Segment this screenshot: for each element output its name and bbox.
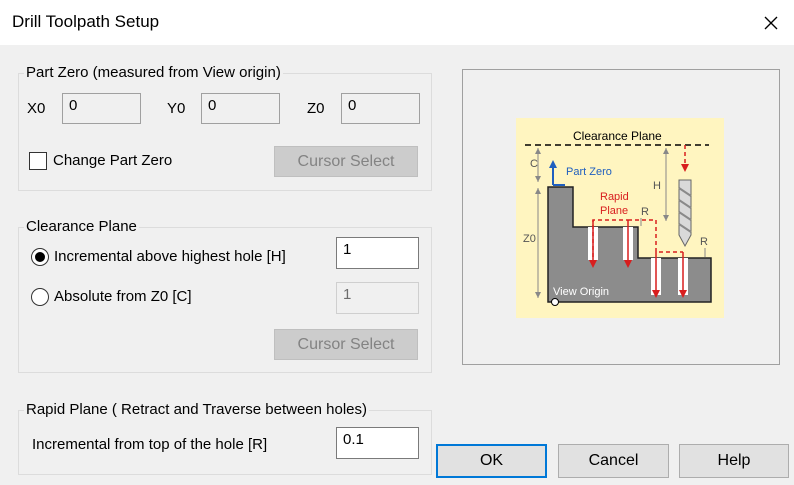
diagram-c-label: C bbox=[530, 158, 538, 170]
diagram-view-origin-label: View Origin bbox=[553, 286, 609, 298]
close-icon bbox=[764, 16, 778, 29]
part-zero-group-label: Part Zero (measured from View origin) bbox=[24, 64, 283, 81]
y0-label: Y0 bbox=[167, 100, 186, 117]
drill-setup-diagram: Clearance Plane C Z0 Part Zero H Rapid P… bbox=[516, 118, 724, 318]
clearance-incremental-input[interactable]: 1 bbox=[336, 237, 419, 269]
diagram-z0-label: Z0 bbox=[523, 233, 536, 245]
rapid-plane-group-label: Rapid Plane ( Retract and Traverse betwe… bbox=[24, 401, 370, 418]
diagram-frame: Clearance Plane C Z0 Part Zero H Rapid P… bbox=[462, 69, 780, 365]
cancel-button[interactable]: Cancel bbox=[558, 444, 669, 478]
x0-field[interactable]: 0 bbox=[62, 93, 141, 124]
title-bar: Drill Toolpath Setup bbox=[0, 0, 794, 45]
change-part-zero-checkbox[interactable] bbox=[29, 152, 47, 170]
rapid-incremental-label: Incremental from top of the hole [R] bbox=[32, 436, 268, 453]
absolute-from-z0-radio[interactable] bbox=[31, 288, 49, 306]
absolute-from-z0-label[interactable]: Absolute from Z0 [C] bbox=[54, 288, 192, 305]
x0-label: X0 bbox=[27, 100, 46, 117]
diagram-part-zero-label: Part Zero bbox=[566, 166, 612, 178]
window-title: Drill Toolpath Setup bbox=[12, 12, 160, 31]
clearance-plane-group-label: Clearance Plane bbox=[24, 218, 139, 235]
diagram-rapid-label: Rapid bbox=[600, 191, 629, 203]
diagram-h-label: H bbox=[653, 180, 661, 192]
diagram-r2-label: R bbox=[700, 236, 708, 248]
change-part-zero-label[interactable]: Change Part Zero bbox=[53, 152, 172, 169]
diagram-plane-label: Plane bbox=[600, 205, 628, 217]
clearance-cursor-select-button[interactable]: Cursor Select bbox=[274, 329, 418, 360]
diagram-r1-label: R bbox=[641, 206, 649, 218]
z0-label: Z0 bbox=[307, 100, 325, 117]
help-button[interactable]: Help bbox=[679, 444, 789, 478]
part-zero-cursor-select-button[interactable]: Cursor Select bbox=[274, 146, 418, 177]
incremental-above-label[interactable]: Incremental above highest hole [H] bbox=[54, 248, 286, 265]
rapid-incremental-input[interactable]: 0.1 bbox=[336, 427, 419, 459]
clearance-absolute-input[interactable]: 1 bbox=[336, 282, 419, 314]
y0-field[interactable]: 0 bbox=[201, 93, 280, 124]
z0-field[interactable]: 0 bbox=[341, 93, 420, 124]
diagram-clearance-plane-label: Clearance Plane bbox=[573, 129, 662, 143]
incremental-above-radio[interactable] bbox=[31, 248, 49, 266]
ok-button[interactable]: OK bbox=[436, 444, 547, 478]
radio-selected-dot bbox=[35, 252, 45, 262]
close-button[interactable] bbox=[748, 0, 794, 45]
